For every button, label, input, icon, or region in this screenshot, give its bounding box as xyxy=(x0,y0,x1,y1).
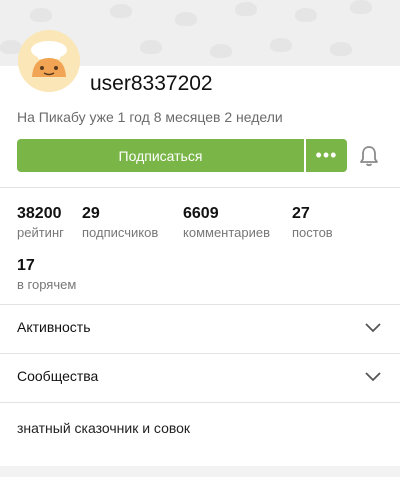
banner-pattern-icon xyxy=(330,42,352,56)
stat-value: 6609 xyxy=(183,205,219,222)
bottom-strip xyxy=(0,466,400,477)
stat-rating[interactable]: 38200 рейтинг xyxy=(17,205,64,241)
more-button[interactable]: ••• xyxy=(306,139,347,172)
section-communities[interactable]: Сообщества xyxy=(0,354,400,402)
subscribe-button[interactable]: Подписаться xyxy=(17,139,304,172)
banner-pattern-icon xyxy=(350,0,372,14)
banner-pattern-icon xyxy=(110,4,132,18)
bell-icon xyxy=(360,146,378,167)
divider xyxy=(0,187,400,188)
stat-subscribers[interactable]: 29 подписчиков xyxy=(82,205,158,241)
stat-hot[interactable]: 17 в горячем xyxy=(17,257,76,293)
profile-bio: знатный сказочник и совок xyxy=(17,420,191,436)
stat-label: в горячем xyxy=(17,277,77,292)
banner-pattern-icon xyxy=(295,8,317,22)
section-title: Сообщества xyxy=(17,368,99,384)
banner-pattern-icon xyxy=(175,12,197,26)
banner-pattern-icon xyxy=(140,40,162,54)
stat-label: постов xyxy=(292,225,333,240)
banner-pattern-icon xyxy=(270,38,292,52)
divider xyxy=(0,402,400,403)
stat-comments[interactable]: 6609 комментариев xyxy=(183,205,270,241)
chevron-down-icon xyxy=(365,323,381,333)
username: user8337202 xyxy=(90,72,213,95)
chevron-down-icon xyxy=(365,372,381,382)
banner-pattern-icon xyxy=(30,8,52,22)
chef-avatar-icon xyxy=(18,30,80,92)
notifications-bell-button[interactable] xyxy=(359,145,379,167)
member-since: На Пикабу уже 1 год 8 месяцев 2 недели xyxy=(17,109,283,125)
stat-label: рейтинг xyxy=(17,225,64,240)
banner-pattern-icon xyxy=(235,2,257,16)
stat-value: 27 xyxy=(292,205,310,222)
avatar[interactable] xyxy=(18,30,80,92)
stat-label: комментариев xyxy=(183,225,271,240)
more-dots-icon: ••• xyxy=(315,145,338,165)
section-title: Активность xyxy=(17,319,91,335)
banner-pattern-icon xyxy=(210,44,232,58)
stat-posts[interactable]: 27 постов xyxy=(292,205,333,241)
stat-value: 29 xyxy=(82,205,100,222)
stat-label: подписчиков xyxy=(82,225,159,240)
stat-value: 38200 xyxy=(17,205,62,222)
stat-value: 17 xyxy=(17,257,35,274)
section-activity[interactable]: Активность xyxy=(0,305,400,353)
